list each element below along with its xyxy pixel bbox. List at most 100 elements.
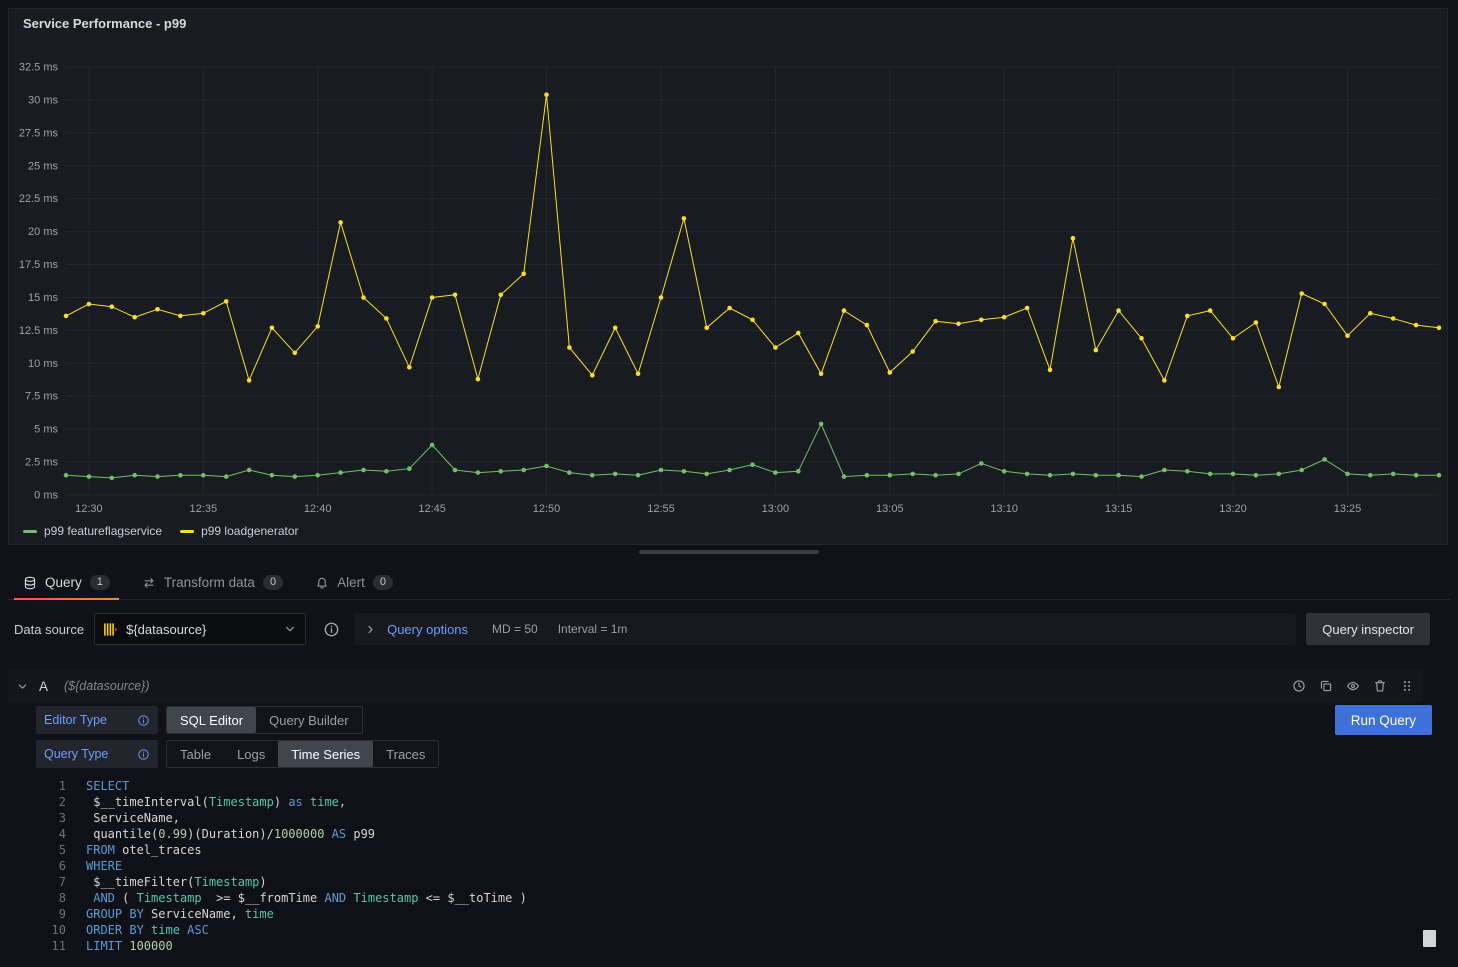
code-line[interactable]: quantile(0.99)(Duration)/1000000 AS p99 [86, 826, 1438, 842]
svg-text:0 ms: 0 ms [34, 490, 58, 502]
sql-gutter: 1234567891011 [36, 772, 66, 960]
timeseries-panel: Service Performance - p99 0 ms2.5 ms5 ms… [8, 8, 1448, 545]
editor-type-option-sql-editor[interactable]: SQL Editor [167, 707, 256, 733]
eye-icon[interactable] [1346, 679, 1360, 693]
code-line[interactable]: $__timeFilter(Timestamp) [86, 874, 1438, 890]
code-line[interactable]: ORDER BY time ASC [86, 922, 1438, 938]
tab-label: Transform data [164, 575, 255, 590]
chevron-right-icon [364, 623, 377, 636]
sql-code[interactable]: SELECT $__timeInterval(Timestamp) as tim… [66, 772, 1438, 960]
legend-swatch [180, 530, 194, 533]
svg-text:13:20: 13:20 [1219, 503, 1247, 515]
svg-text:12:30: 12:30 [75, 503, 103, 515]
query-type-row: Query Type TableLogsTime SeriesTraces [36, 739, 439, 769]
legend-label: p99 featureflagservice [44, 524, 162, 538]
tab-query[interactable]: Query 1 [12, 566, 121, 599]
svg-text:12:40: 12:40 [304, 503, 332, 515]
svg-text:20 ms: 20 ms [28, 226, 58, 238]
code-line[interactable]: FROM otel_traces [86, 842, 1438, 858]
svg-text:13:10: 13:10 [990, 503, 1018, 515]
query-type-label-chip: Query Type [36, 740, 158, 768]
chart-svg: 0 ms2.5 ms5 ms7.5 ms10 ms12.5 ms15 ms17.… [9, 43, 1449, 517]
query-type-option-traces[interactable]: Traces [373, 741, 438, 767]
svg-text:22.5 ms: 22.5 ms [19, 193, 59, 205]
query-options-label[interactable]: Query options [387, 622, 468, 637]
line-number: 11 [40, 938, 66, 954]
info-circle-icon[interactable] [318, 616, 344, 642]
tab-alert[interactable]: Alert 0 [304, 566, 404, 599]
query-row-actions [1292, 679, 1414, 693]
bell-icon [315, 576, 329, 590]
datasource-bar: Data source ${datasource} Query options … [8, 612, 1430, 646]
tab-count-badge: 0 [373, 575, 393, 590]
datasource-logo-icon [103, 622, 118, 637]
query-type-option-table[interactable]: Table [167, 741, 224, 767]
chart-legend: p99 featureflagservice p99 loadgenerator [23, 524, 299, 538]
query-type-label: Query Type [44, 747, 108, 761]
legend-item[interactable]: p99 featureflagservice [23, 524, 162, 538]
copy-icon[interactable] [1319, 679, 1333, 693]
svg-text:12.5 ms: 12.5 ms [19, 325, 59, 337]
tab-transform-data[interactable]: Transform data 0 [131, 566, 294, 599]
legend-item[interactable]: p99 loadgenerator [180, 524, 298, 538]
svg-text:32.5 ms: 32.5 ms [19, 62, 59, 74]
dashboard-page: Service Performance - p99 0 ms2.5 ms5 ms… [0, 0, 1458, 967]
line-number: 10 [40, 922, 66, 938]
timeseries-chart[interactable]: 0 ms2.5 ms5 ms7.5 ms10 ms12.5 ms15 ms17.… [9, 43, 1449, 517]
query-inspector-button[interactable]: Query inspector [1306, 613, 1430, 645]
panel-title[interactable]: Service Performance - p99 [9, 9, 1447, 39]
line-number: 1 [40, 778, 66, 794]
code-line[interactable]: ServiceName, [86, 810, 1438, 826]
editor-type-group: SQL EditorQuery Builder [166, 706, 363, 734]
line-number: 4 [40, 826, 66, 842]
editor-type-label-chip: Editor Type [36, 706, 158, 734]
run-query-button[interactable]: Run Query [1335, 705, 1432, 735]
editor-overview-cursor [1423, 930, 1436, 947]
editor-type-label: Editor Type [44, 713, 107, 727]
svg-text:27.5 ms: 27.5 ms [19, 127, 59, 139]
panel-resize-handle[interactable] [639, 550, 819, 554]
line-number: 7 [40, 874, 66, 890]
code-line[interactable]: SELECT [86, 778, 1438, 794]
svg-text:13:25: 13:25 [1334, 503, 1362, 515]
max-data-points-value: MD = 50 [492, 622, 538, 636]
svg-text:30 ms: 30 ms [28, 94, 58, 106]
tab-label: Alert [337, 575, 365, 590]
datasource-select[interactable]: ${datasource} [94, 613, 306, 645]
info-circle-icon[interactable] [137, 748, 150, 761]
sql-editor[interactable]: 1234567891011 SELECT $__timeInterval(Tim… [36, 772, 1438, 960]
code-line[interactable]: $__timeInterval(Timestamp) as time, [86, 794, 1438, 810]
svg-text:5 ms: 5 ms [34, 424, 58, 436]
chevron-down-icon[interactable] [16, 680, 29, 693]
code-line[interactable]: GROUP BY ServiceName, time [86, 906, 1438, 922]
line-number: 8 [40, 890, 66, 906]
chevron-down-icon [283, 622, 297, 636]
query-type-option-time-series[interactable]: Time Series [278, 741, 373, 767]
trash-icon[interactable] [1373, 679, 1387, 693]
line-number: 5 [40, 842, 66, 858]
tab-count-badge: 0 [263, 575, 283, 590]
code-line[interactable]: AND ( Timestamp >= $__fromTime AND Times… [86, 890, 1438, 906]
svg-text:12:55: 12:55 [647, 503, 675, 515]
history-icon[interactable] [1292, 679, 1306, 693]
svg-text:13:00: 13:00 [762, 503, 790, 515]
editor-tabs: Query 1 Transform data 0 Alert 0 [8, 566, 1450, 600]
query-options-bar[interactable]: Query options MD = 50 Interval = 1m [354, 613, 1296, 645]
code-line[interactable]: LIMIT 100000 [86, 938, 1438, 954]
svg-text:13:05: 13:05 [876, 503, 904, 515]
svg-text:13:15: 13:15 [1105, 503, 1133, 515]
tab-count-badge: 1 [90, 575, 110, 590]
info-circle-icon[interactable] [137, 714, 150, 727]
line-number: 2 [40, 794, 66, 810]
query-row-header[interactable]: A (${datasource}) [8, 670, 1422, 702]
svg-text:15 ms: 15 ms [28, 292, 58, 304]
database-icon [23, 576, 37, 590]
drag-handle-icon[interactable] [1400, 679, 1414, 693]
editor-type-option-query-builder[interactable]: Query Builder [256, 707, 361, 733]
interval-value: Interval = 1m [558, 622, 628, 636]
svg-text:7.5 ms: 7.5 ms [25, 391, 59, 403]
query-type-option-logs[interactable]: Logs [224, 741, 278, 767]
svg-text:12:50: 12:50 [533, 503, 561, 515]
code-line[interactable]: WHERE [86, 858, 1438, 874]
svg-text:10 ms: 10 ms [28, 358, 58, 370]
